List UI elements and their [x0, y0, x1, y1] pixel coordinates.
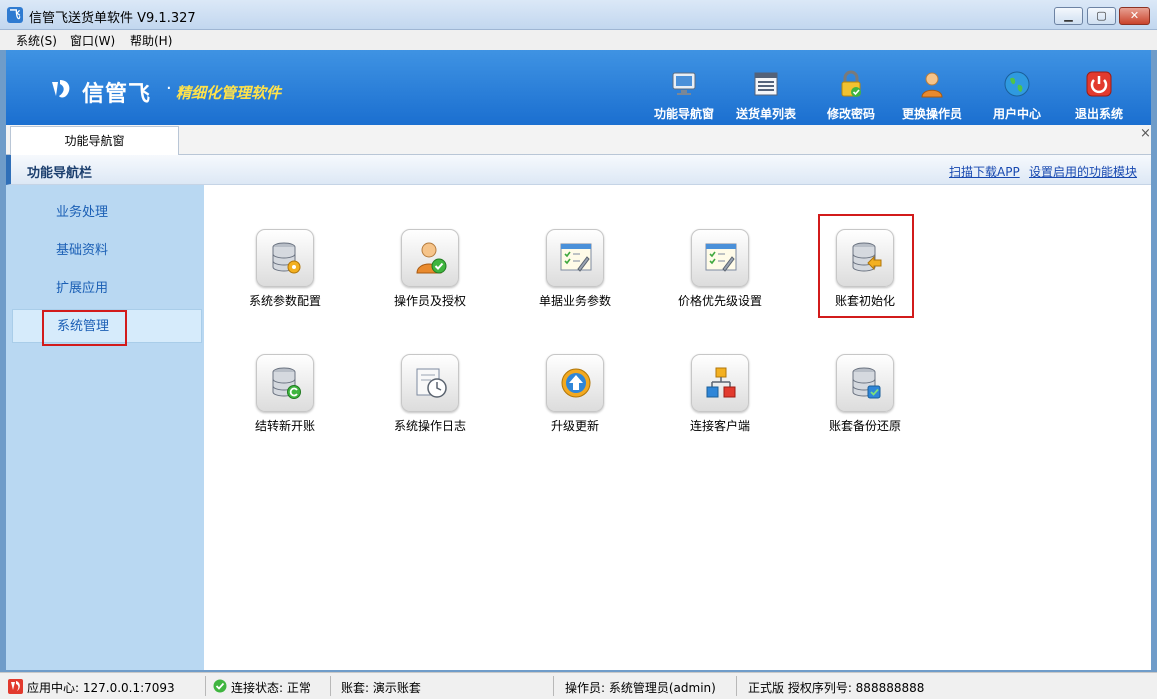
- status-license: 正式版 授权序列号: 888888888: [748, 681, 925, 695]
- database-arrow-icon: [836, 229, 894, 287]
- minimize-button[interactable]: ▁: [1054, 7, 1083, 25]
- monitor-icon: [672, 72, 696, 95]
- tile-label: 操作员及授权: [393, 294, 466, 308]
- status-divider: [736, 676, 737, 696]
- toolbar-label: 更换操作员: [901, 107, 962, 121]
- tab-strip: 功能导航窗 ×: [6, 125, 1151, 156]
- status-divider: [330, 676, 331, 696]
- menu-help[interactable]: 帮助(H): [130, 32, 172, 49]
- log-clock-icon: [401, 354, 459, 412]
- tile-label: 升级更新: [550, 419, 599, 433]
- upgrade-icon: [546, 354, 604, 412]
- scan-download-app-link[interactable]: 扫描下载APP: [949, 163, 1020, 180]
- tile-label: 单据业务参数: [538, 294, 611, 308]
- check-circle-icon: [213, 679, 227, 693]
- brand-separator: ·: [166, 78, 172, 99]
- database-refresh-icon: [256, 354, 314, 412]
- tile-operator-auth[interactable]: 操作员及授权: [375, 229, 485, 319]
- form-settings-icon: [691, 229, 749, 287]
- tile-system-params[interactable]: 系统参数配置: [230, 229, 340, 319]
- network-icon: [691, 354, 749, 412]
- sidebar-item-system-management[interactable]: 系统管理: [12, 309, 202, 346]
- database-backup-icon: [836, 354, 894, 412]
- toolbar-user-center-button[interactable]: 用户中心: [977, 70, 1057, 122]
- toolbar-delivery-list-button[interactable]: 送货单列表: [726, 70, 806, 122]
- status-connection: 连接状态: 正常: [231, 681, 311, 695]
- tile-label: 连接客户端: [689, 419, 750, 433]
- status-account: 账套: 演示账套: [341, 681, 421, 695]
- close-button[interactable]: ✕: [1119, 7, 1150, 25]
- form-settings-icon: [546, 229, 604, 287]
- list-icon: [754, 72, 778, 96]
- status-app-center: 应用中心: 127.0.0.1:7093: [27, 681, 175, 695]
- menu-bar: 系统(S) 窗口(W) 帮助(H): [0, 30, 1157, 50]
- power-icon: [1086, 71, 1112, 97]
- window-title: 信管飞送货单软件 V9.1.327: [29, 11, 196, 26]
- tile-account-init[interactable]: 账套初始化: [810, 229, 920, 319]
- app-center-icon: [8, 679, 23, 694]
- tab-nav-window[interactable]: 功能导航窗: [10, 126, 179, 156]
- status-divider: [205, 676, 206, 696]
- status-operator: 操作员: 系统管理员(admin): [565, 681, 716, 695]
- tile-connect-client[interactable]: 连接客户端: [665, 354, 775, 444]
- tile-label: 价格优先级设置: [677, 294, 762, 308]
- lock-icon: [841, 70, 861, 97]
- status-bar: 应用中心: 127.0.0.1:7093 连接状态: 正常 账套: 演示账套 操…: [0, 672, 1157, 699]
- highlight-box: [42, 310, 127, 346]
- menu-window[interactable]: 窗口(W): [70, 32, 115, 49]
- tile-label: 结转新开账: [254, 419, 315, 433]
- toolbar-switch-operator-button[interactable]: 更换操作员: [892, 70, 972, 122]
- tile-label: 账套备份还原: [828, 419, 901, 433]
- globe-icon: [1004, 71, 1030, 97]
- toolbar-change-password-button[interactable]: 修改密码: [811, 70, 891, 122]
- sidebar-item-business[interactable]: 业务处理: [12, 196, 202, 230]
- toolbar-label: 功能导航窗: [653, 107, 714, 121]
- user-icon: [921, 72, 943, 98]
- user-check-icon: [401, 229, 459, 287]
- brand-slogan: 精细化管理软件: [176, 84, 282, 102]
- toolbar-label: 送货单列表: [735, 107, 796, 121]
- tile-upgrade[interactable]: 升级更新: [520, 354, 630, 444]
- toolbar-exit-button[interactable]: 退出系统: [1059, 70, 1139, 122]
- tile-price-priority[interactable]: 价格优先级设置: [665, 229, 775, 319]
- close-icon[interactable]: ×: [1140, 126, 1151, 141]
- tile-document-params[interactable]: 单据业务参数: [520, 229, 630, 319]
- status-divider: [553, 676, 554, 696]
- brand-name: 信管飞: [82, 82, 152, 107]
- tile-operation-log[interactable]: 系统操作日志: [375, 354, 485, 444]
- maximize-button[interactable]: ▢: [1087, 7, 1116, 25]
- sidebar-item-extensions[interactable]: 扩展应用: [12, 272, 202, 306]
- header-banner: 信管飞 · 精细化管理软件 功能导航窗 送货单列表 修改密码 更换操作员 用户中…: [6, 50, 1151, 125]
- tile-backup-restore[interactable]: 账套备份还原: [810, 354, 920, 444]
- sidebar-item-basic-data[interactable]: 基础资料: [12, 234, 202, 268]
- tile-label: 系统参数配置: [248, 294, 321, 308]
- sidebar: 业务处理 基础资料 扩展应用 系统管理: [6, 185, 204, 670]
- tile-carry-forward[interactable]: 结转新开账: [230, 354, 340, 444]
- database-gear-icon: [256, 229, 314, 287]
- brand-logo-icon: [52, 80, 70, 98]
- nav-header: 功能导航栏 扫描下载APP 设置启用的功能模块: [6, 155, 1151, 185]
- set-modules-link[interactable]: 设置启用的功能模块: [1029, 163, 1137, 180]
- tile-label: 系统操作日志: [393, 419, 466, 433]
- toolbar-label: 修改密码: [826, 107, 875, 121]
- toolbar-label: 退出系统: [1074, 107, 1123, 121]
- app-logo-icon: 飞: [7, 7, 23, 23]
- nav-title: 功能导航栏: [27, 166, 93, 181]
- title-bar: 飞 信管飞送货单软件 V9.1.327 ▁ ▢ ✕: [0, 0, 1157, 30]
- toolbar-label: 用户中心: [992, 107, 1041, 121]
- menu-system[interactable]: 系统(S): [16, 32, 57, 49]
- toolbar-nav-window-button[interactable]: 功能导航窗: [644, 70, 724, 122]
- tile-label: 账套初始化: [834, 294, 895, 308]
- function-panel: 系统参数配置 操作员及授权 单据业务参数 价格优先级设置 账套初始化 结转新开账…: [204, 185, 1151, 670]
